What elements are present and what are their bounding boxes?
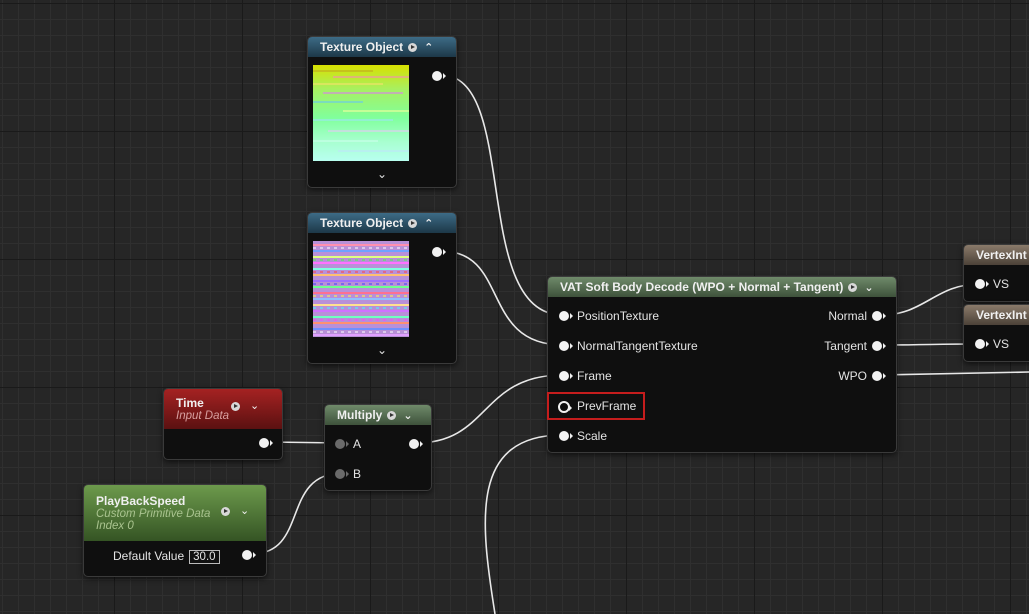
pin-label: PrevFrame xyxy=(577,399,637,413)
pin-label: B xyxy=(353,467,362,481)
multiply-input-a-pin[interactable] xyxy=(335,439,349,449)
pin-label: NormalTangentTexture xyxy=(577,339,698,353)
wire-tex1-position xyxy=(440,74,564,316)
vat-soft-body-decode-node[interactable]: VAT Soft Body Decode (WPO + Normal + Tan… xyxy=(547,276,897,453)
pin-label: A xyxy=(353,437,362,451)
collapse-chevron-icon[interactable]: ⌄ xyxy=(403,409,412,422)
texture-output-pin[interactable] xyxy=(432,247,446,257)
node-header[interactable]: VertexInt xyxy=(964,245,1029,265)
time-output-pin[interactable] xyxy=(259,438,273,448)
collapse-chevron-icon[interactable]: ⌄ xyxy=(250,399,259,412)
pin-label: Normal xyxy=(828,309,867,323)
node-header[interactable]: VertexInt xyxy=(964,305,1029,325)
collapse-chevron-icon[interactable]: ⌄ xyxy=(864,281,873,294)
texture-object-node-2[interactable]: Texture Object ⌃ ⌄ xyxy=(307,212,457,364)
node-title: VAT Soft Body Decode (WPO + Normal + Tan… xyxy=(560,280,844,294)
pin-label: VS xyxy=(993,337,1010,351)
wpo-output-pin[interactable] xyxy=(872,371,886,381)
wire-wpo-offscreen xyxy=(880,371,1029,376)
node-header[interactable]: PlayBackSpeed Custom Primitive Data Inde… xyxy=(84,485,266,541)
node-title: Texture Object xyxy=(320,216,404,230)
wire-tex2-normaltangent xyxy=(440,250,564,346)
time-node[interactable]: Time Input Data ⌄ xyxy=(163,388,283,460)
node-header[interactable]: Time Input Data xyxy=(164,389,282,429)
frame-pin[interactable] xyxy=(559,371,573,381)
vs-input-pin[interactable] xyxy=(975,279,989,289)
scale-pin[interactable] xyxy=(559,431,573,441)
texture-preview-normal xyxy=(313,241,409,337)
expand-chevron-icon[interactable]: ⌄ xyxy=(308,167,456,181)
collapse-chevron-icon[interactable]: ⌃ xyxy=(424,217,433,230)
default-value-field[interactable]: 30.0 xyxy=(189,550,220,564)
node-title: VertexInt xyxy=(976,308,1027,322)
pin-label: PositionTexture xyxy=(577,309,660,323)
vs-input-pin[interactable] xyxy=(975,339,989,349)
vertex-interpolator-node-1[interactable]: VertexInt VS xyxy=(963,244,1029,302)
tangent-output-pin[interactable] xyxy=(872,341,886,351)
texture-output-pin[interactable] xyxy=(432,71,446,81)
preview-toggle-icon[interactable] xyxy=(231,402,240,411)
preview-toggle-icon[interactable] xyxy=(408,42,418,52)
playback-output-pin[interactable] xyxy=(242,550,256,560)
pin-label: Tangent xyxy=(824,339,867,353)
node-title: Time xyxy=(176,396,204,410)
preview-toggle-icon[interactable] xyxy=(848,282,858,292)
default-value-row: Default Value 30.0 xyxy=(113,549,220,564)
node-subtitle-index: Index 0 xyxy=(96,520,134,532)
node-title: PlayBackSpeed xyxy=(96,494,186,508)
playback-speed-node[interactable]: PlayBackSpeed Custom Primitive Data Inde… xyxy=(83,484,267,577)
vertex-interpolator-node-2[interactable]: VertexInt VS xyxy=(963,304,1029,362)
texture-object-node-1[interactable]: Texture Object ⌃ ⌄ xyxy=(307,36,457,188)
node-title: VertexInt xyxy=(976,248,1027,262)
texture-preview-position xyxy=(313,65,409,161)
prev-frame-pin[interactable] xyxy=(558,401,572,413)
node-subtitle: Input Data xyxy=(176,410,230,422)
pin-label: Frame xyxy=(577,369,612,383)
node-header[interactable]: VAT Soft Body Decode (WPO + Normal + Tan… xyxy=(548,277,896,297)
pin-label: VS xyxy=(993,277,1010,291)
node-header[interactable]: Multiply ⌄ xyxy=(325,405,431,425)
pin-label: Scale xyxy=(577,429,608,443)
node-header[interactable]: Texture Object ⌃ xyxy=(308,213,456,233)
wire-scale-offscreen xyxy=(484,434,564,614)
preview-toggle-icon[interactable] xyxy=(408,218,418,228)
preview-toggle-icon[interactable] xyxy=(221,507,230,516)
default-value-label: Default Value xyxy=(113,549,185,563)
node-subtitle: Custom Primitive Data xyxy=(96,508,211,520)
collapse-chevron-icon[interactable]: ⌄ xyxy=(240,504,249,517)
normal-output-pin[interactable] xyxy=(872,311,886,321)
wire-multiply-frame xyxy=(415,374,564,444)
multiply-output-pin[interactable] xyxy=(409,439,423,449)
multiply-node[interactable]: Multiply ⌄ A B xyxy=(324,404,432,491)
node-header[interactable]: Texture Object ⌃ xyxy=(308,37,456,57)
normal-tangent-texture-pin[interactable] xyxy=(559,341,573,351)
multiply-input-b-pin[interactable] xyxy=(335,469,349,479)
preview-toggle-icon[interactable] xyxy=(387,410,397,420)
pin-label: WPO xyxy=(838,369,867,383)
expand-chevron-icon[interactable]: ⌄ xyxy=(308,343,456,357)
collapse-chevron-icon[interactable]: ⌃ xyxy=(424,41,433,54)
node-title: Texture Object xyxy=(320,40,404,54)
position-texture-pin[interactable] xyxy=(559,311,573,321)
node-title: Multiply xyxy=(337,408,383,422)
